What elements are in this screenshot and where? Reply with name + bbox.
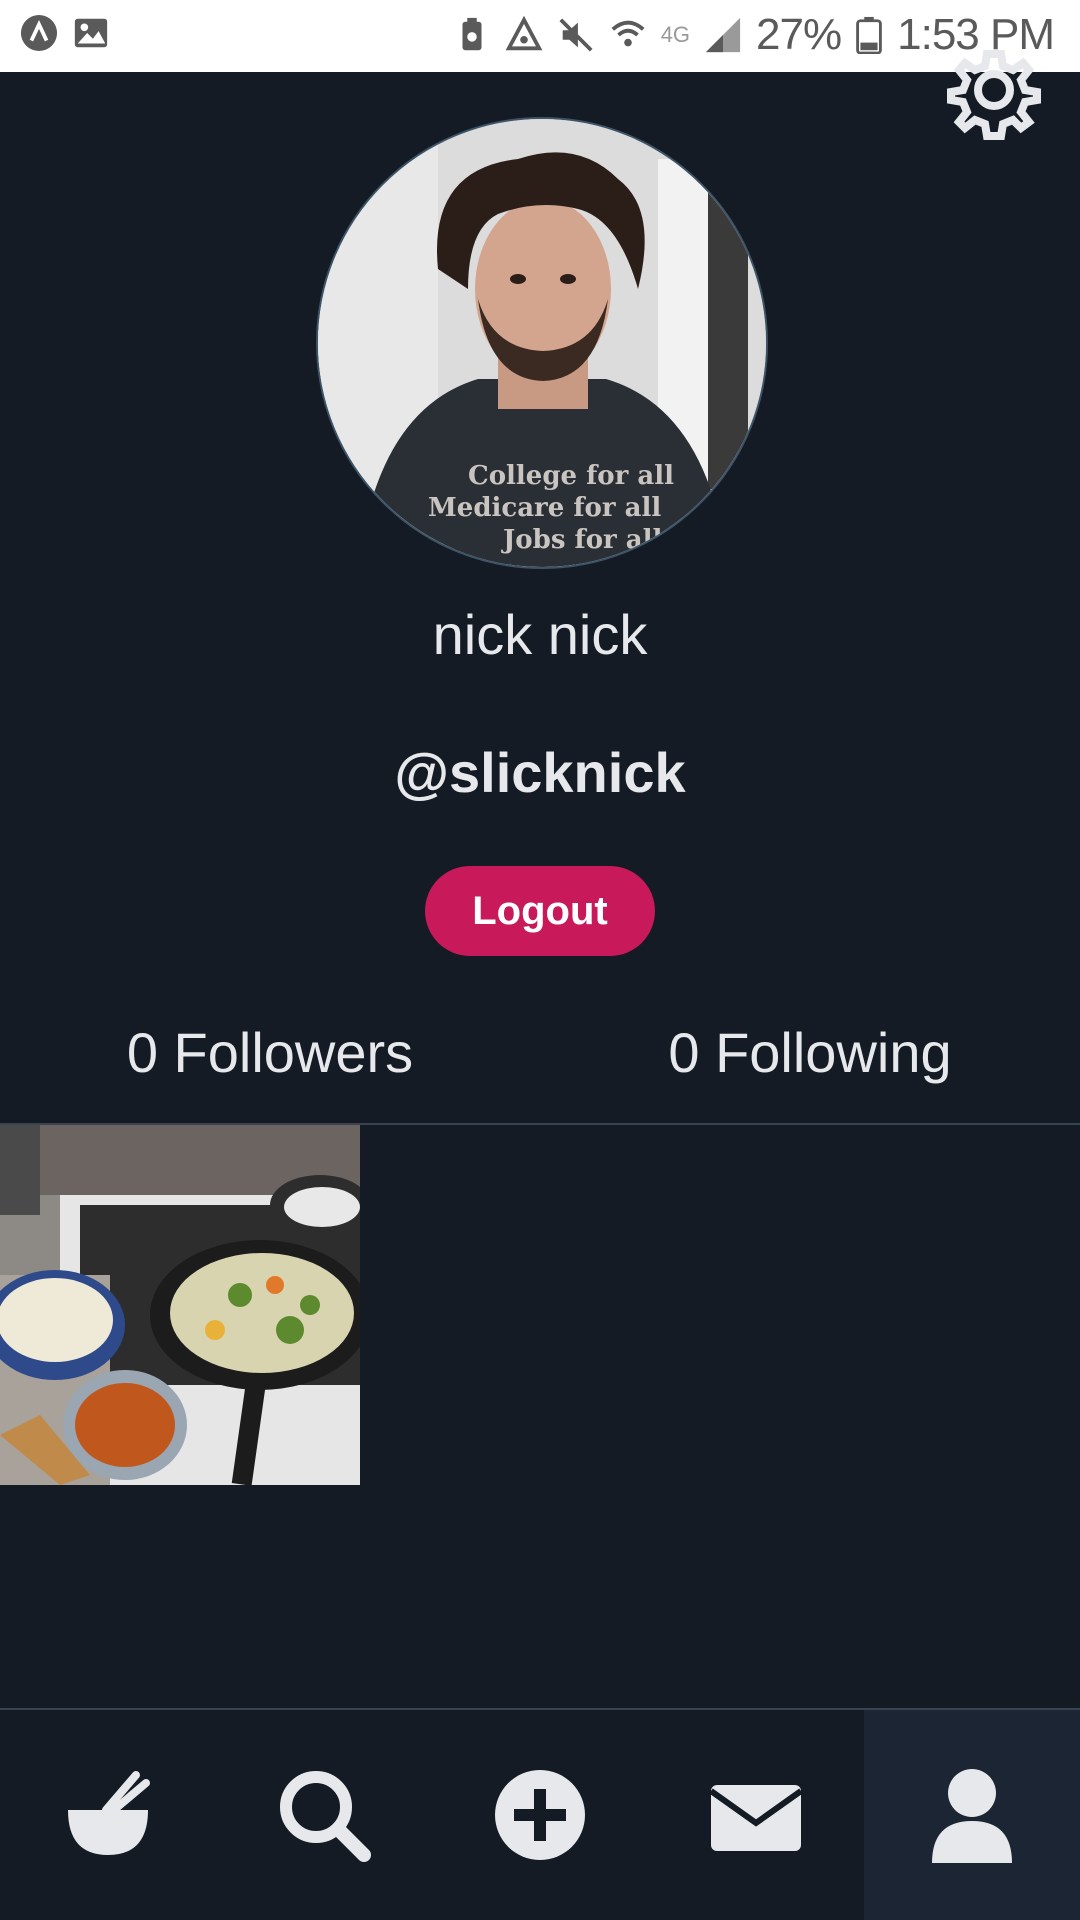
nav-profile[interactable] (864, 1710, 1080, 1920)
mail-icon (709, 1785, 803, 1851)
shirt-text-2: Medicare for all (428, 493, 661, 523)
data-saver-icon (505, 16, 543, 54)
followers-count[interactable]: 0 Followers (0, 1020, 540, 1085)
add-icon (495, 1770, 585, 1860)
settings-gear-icon[interactable] (944, 40, 1044, 140)
signal-icon (704, 16, 742, 54)
display-name: nick nick (432, 603, 648, 666)
profile-avatar[interactable]: College for all Medicare for all Jobs fo… (316, 117, 768, 569)
network-icon: 4G (660, 22, 691, 47)
battery-icon (855, 16, 883, 54)
bottom-nav (0, 1710, 1080, 1920)
user-icon (932, 1769, 1012, 1863)
username: @slicknick (394, 741, 686, 804)
app-notification-icon (20, 14, 58, 52)
image-notification-icon (72, 14, 110, 52)
mute-icon (557, 16, 595, 54)
status-bar-left (20, 14, 110, 52)
shirt-text-3: Jobs for all (501, 525, 663, 555)
logout-button[interactable]: Logout (425, 866, 655, 956)
nav-search[interactable] (216, 1710, 432, 1920)
battery-percent: 27% (756, 10, 842, 59)
status-bar: 4G 27% 1:53 PM (0, 0, 1080, 72)
battery-saver-icon (453, 16, 491, 54)
shirt-text-1: College for all (468, 461, 674, 491)
following-count[interactable]: 0 Following (540, 1020, 1080, 1085)
bowl-icon (68, 1771, 150, 1855)
nav-add[interactable] (432, 1710, 648, 1920)
wifi-icon (609, 16, 647, 54)
search-icon (280, 1771, 371, 1862)
nav-feed[interactable] (0, 1710, 216, 1920)
post-thumbnail[interactable] (0, 1125, 360, 1485)
nav-messages[interactable] (648, 1710, 864, 1920)
